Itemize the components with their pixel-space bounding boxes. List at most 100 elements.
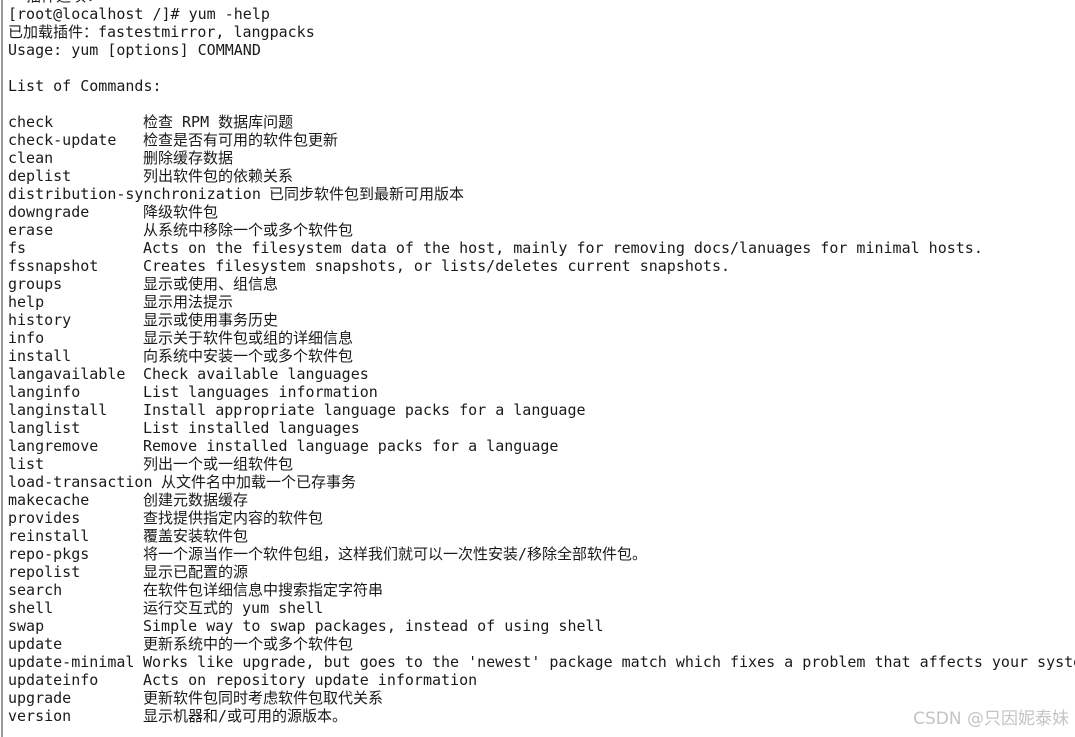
command-row: repo-pkgs 将一个源当作一个软件包组，这样我们就可以一次性安装/移除全部软… <box>8 545 647 563</box>
command-name: version <box>8 707 72 725</box>
command-description: 显示关于软件包或组的详细信息 <box>143 329 354 347</box>
command-row: check 检查 RPM 数据库问题 <box>8 113 315 131</box>
command-name: search <box>8 581 63 599</box>
command-name: upgrade <box>8 689 72 707</box>
command-description: 向系统中安装一个或多个软件包 <box>143 347 354 365</box>
command-description: 显示用法提示 <box>143 293 234 311</box>
command-row: langinstall Install appropriate language … <box>8 401 586 419</box>
command-row: distribution-synchronization 已同步软件包到最新可用版… <box>8 185 464 203</box>
command-row: info 显示关于软件包或组的详细信息 <box>8 329 353 347</box>
command-row: repolist 显示已配置的源 <box>8 563 315 581</box>
command-row: update-minimal Works like upgrade, but go… <box>8 653 1075 671</box>
command-name: repo-pkgs <box>8 545 90 563</box>
command-description: 显示机器和/或可用的源版本。 <box>143 707 348 725</box>
command-row: fssnapshot Creates filesystem snapshots, … <box>8 257 730 275</box>
command-name: fs <box>8 239 27 257</box>
command-description: 列出一个或一组软件包 <box>143 455 294 473</box>
command-name: langinstall <box>8 401 108 419</box>
command-name: deplist <box>8 167 72 185</box>
terminal-output: 插件选项:[root@localhost /]# yum -help已加载插件：… <box>8 0 1075 725</box>
command-row: install 向系统中安装一个或多个软件包 <box>8 347 353 365</box>
command-description: 显示或使用事务历史 <box>143 311 279 329</box>
command-name: swap <box>8 617 45 635</box>
command-name: shell <box>8 599 54 617</box>
command-row: erase 从系统中移除一个或多个软件包 <box>8 221 353 239</box>
terminal-line: List of Commands: <box>8 77 162 95</box>
command-row: swap Simple way to swap packages, instead… <box>8 617 604 635</box>
command-name: list <box>8 455 45 473</box>
command-name: provides <box>8 509 81 527</box>
command-name: help <box>8 293 45 311</box>
command-name: install <box>8 347 72 365</box>
command-row: load-transaction 从文件名中加载一个已存事务 <box>8 473 356 491</box>
command-description: 已同步软件包到最新可用版本 <box>269 185 465 203</box>
command-description: 列出软件包的依赖关系 <box>143 167 294 185</box>
command-row: updateinfo Acts on repository update info… <box>8 671 477 689</box>
command-name: load-transaction <box>8 473 153 491</box>
command-name: langavailable <box>8 365 126 383</box>
command-row: shell 运行交互式的 yum shell <box>8 599 323 617</box>
command-description: 检查 RPM 数据库问题 <box>143 113 294 131</box>
command-name: info <box>8 329 45 347</box>
command-description: Check available languages <box>143 365 369 383</box>
command-description: 覆盖安装软件包 <box>143 527 249 545</box>
command-description: Acts on the filesystem data of the host,… <box>143 239 983 257</box>
command-description: 将一个源当作一个软件包组，这样我们就可以一次性安装/移除全部软件包。 <box>143 545 648 563</box>
command-row: help 显示用法提示 <box>8 293 315 311</box>
command-name: repolist <box>8 563 81 581</box>
terminal-line: [root@localhost /]# yum -help <box>8 5 270 23</box>
command-row: groups 显示或使用、组信息 <box>8 275 315 293</box>
command-row: langremove Remove installed language pack… <box>8 437 558 455</box>
command-name: langlist <box>8 419 81 437</box>
command-row: history 显示或使用事务历史 <box>8 311 315 329</box>
command-description: 显示或使用、组信息 <box>143 275 279 293</box>
command-row: langinfo List languages information <box>8 383 378 401</box>
command-name: updateinfo <box>8 671 99 689</box>
command-name: fssnapshot <box>8 257 99 275</box>
command-description: 降级软件包 <box>143 203 219 221</box>
command-row: clean 删除缓存数据 <box>8 149 315 167</box>
command-name: langremove <box>8 437 99 455</box>
command-description: 查找提供指定内容的软件包 <box>143 509 324 527</box>
command-row: langlist List installed languages <box>8 419 360 437</box>
command-row: list 列出一个或一组软件包 <box>8 455 315 473</box>
command-row: version 显示机器和/或可用的源版本。 <box>8 707 347 725</box>
command-description: Simple way to swap packages, instead of … <box>143 617 604 635</box>
command-name: update <box>8 635 63 653</box>
command-row: deplist 列出软件包的依赖关系 <box>8 167 315 185</box>
command-row: langavailable Check available languages <box>8 365 369 383</box>
command-row: search 在软件包详细信息中搜索指定字符串 <box>8 581 383 599</box>
command-row: update 更新系统中的一个或多个软件包 <box>8 635 353 653</box>
command-description: 检查是否有可用的软件包更新 <box>143 131 339 149</box>
command-row: reinstall 覆盖安装软件包 <box>8 527 315 545</box>
command-description: List languages information <box>143 383 378 401</box>
command-description: Install appropriate language packs for a… <box>143 401 586 419</box>
command-name: distribution-synchronization <box>8 185 261 203</box>
command-name: downgrade <box>8 203 90 221</box>
command-description: 更新系统中的一个或多个软件包 <box>143 635 354 653</box>
command-row: check-update 检查是否有可用的软件包更新 <box>8 131 338 149</box>
command-description: 从文件名中加载一个已存事务 <box>161 473 357 491</box>
command-row: fs Acts on the filesystem data of the hos… <box>8 239 983 257</box>
command-name: clean <box>8 149 54 167</box>
command-name: reinstall <box>8 527 90 545</box>
command-description: List installed languages <box>143 419 360 437</box>
command-description: 删除缓存数据 <box>143 149 234 167</box>
command-row: provides 查找提供指定内容的软件包 <box>8 509 323 527</box>
command-description: Remove installed language packs for a la… <box>143 437 559 455</box>
command-name: makecache <box>8 491 90 509</box>
command-description: Acts on repository update information <box>143 671 478 689</box>
command-name: groups <box>8 275 63 293</box>
command-row: downgrade 降级软件包 <box>8 203 315 221</box>
command-name: check-update <box>8 131 117 149</box>
window-border <box>1 0 3 737</box>
command-description: 在软件包详细信息中搜索指定字符串 <box>143 581 384 599</box>
watermark: CSDN @只因妮泰妹 <box>913 709 1069 729</box>
command-name: update-minimal <box>8 653 135 671</box>
command-description: 从系统中移除一个或多个软件包 <box>143 221 354 239</box>
terminal-line: Usage: yum [options] COMMAND <box>8 41 261 59</box>
command-name: erase <box>8 221 54 239</box>
command-row: upgrade 更新软件包同时考虑软件包取代关系 <box>8 689 383 707</box>
